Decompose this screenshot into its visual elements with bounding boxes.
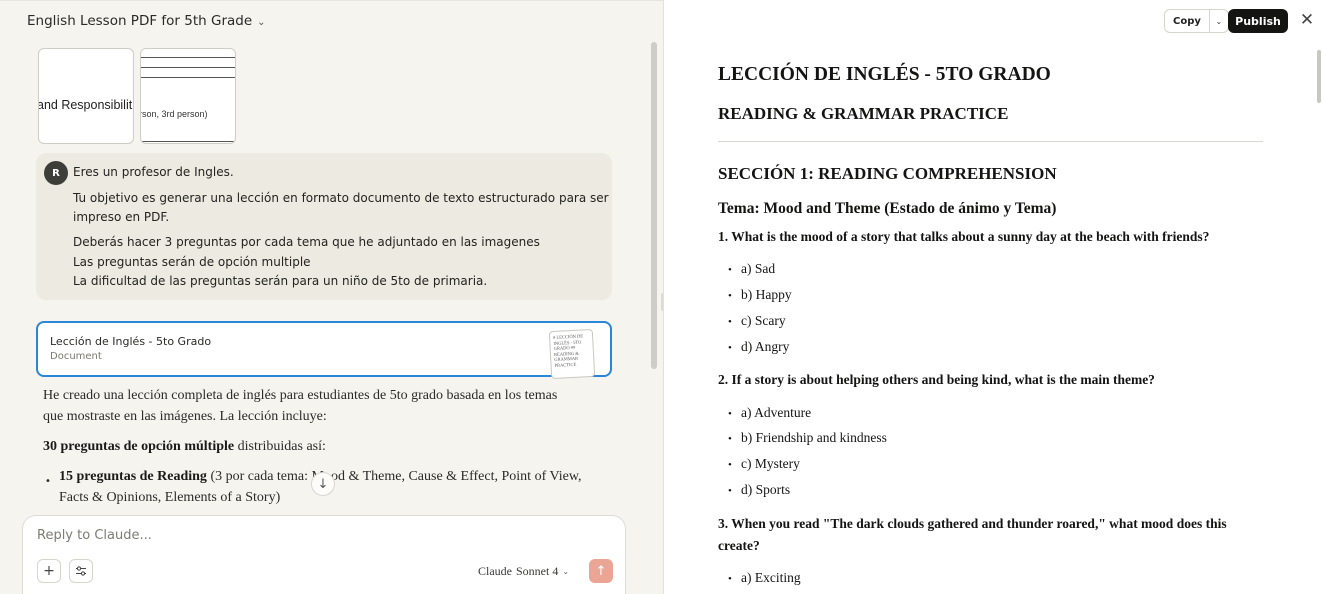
option-item: a) Adventure [728,405,811,421]
artifact-pane: Copy ⌄ Publish ✕ LECCIÓN DE INGLÉS - 5TO… [663,0,1322,594]
close-icon: ✕ [1299,10,1315,30]
arrow-up-icon: ↑ [595,563,607,579]
model-selector[interactable]: Claude Sonnet 4 ⌄ [478,564,569,579]
plus-icon: + [43,563,55,579]
message-line: impreso en PDF. [73,210,170,224]
reply-input[interactable] [37,528,597,543]
conversation-title-button[interactable]: English Lesson PDF for 5th Grade ⌄ [27,13,266,29]
close-artifact-button[interactable]: ✕ [1297,10,1317,30]
model-name: Sonnet 4 [516,564,559,578]
question-2: 2. If a story is about helping others an… [718,372,1155,387]
option-item: c) Mystery [728,456,800,472]
copy-button[interactable]: Copy [1165,10,1210,32]
option-item: a) Exciting [728,570,801,586]
response-bullet-bold: 15 preguntas de Reading [59,469,207,484]
divider [141,141,235,142]
theme-heading: Tema: Mood and Theme (Estado de ánimo y … [718,200,1057,217]
attachment-thumbnail[interactable]: and Responsibiliti [38,48,134,144]
option-item: b) Friendship and kindness [728,430,887,446]
message-line: Las preguntas serán de opción multiple [73,255,311,269]
scroll-to-bottom-button[interactable]: ↓ [311,472,335,496]
response-bullet-line: Facts & Opinions, Elements of a Story) [59,490,281,505]
response-summary-rest: distribuidas así: [234,439,326,454]
attachment-thumbnail[interactable]: rson, 3rd person) [140,48,236,144]
option-item: d) Sports [728,482,790,498]
message-line: Tu objetivo es generar una lección en fo… [73,191,609,205]
sliders-icon [76,566,86,576]
composer: + Claude Sonnet 4 ⌄ ↑ [22,515,626,594]
response-summary-bold: 30 preguntas de opción múltiple [43,439,235,454]
question-3: 3. When you read "The dark clouds gather… [718,516,1227,553]
copy-options-button[interactable]: ⌄ [1210,10,1228,32]
add-attachment-button[interactable]: + [37,559,61,583]
publish-button[interactable]: Publish [1228,9,1288,33]
artifact-title: Lección de Inglés - 5to Grado [50,335,212,348]
chat-scrollbar[interactable] [651,42,657,369]
response-bullet-rest: (3 por cada tema: Mood & Theme, Cause & … [206,469,582,484]
chat-pane: English Lesson PDF for 5th Grade ⌄ and R… [0,0,665,594]
message-line: Deberás hacer 3 preguntas por cada tema … [73,235,540,249]
message-line: Eres un profesor de Ingles. [73,165,234,179]
artifact-preview-thumbnail: # LECCIÓN DE INGLÉS - 5TO GRADO ## READI… [548,328,596,380]
divider [718,141,1263,142]
section-heading: SECCIÓN 1: READING COMPREHENSION [718,164,1057,183]
attachment-preview-text: rson, 3rd person) [140,109,208,119]
copy-button-group: Copy ⌄ [1164,9,1229,33]
option-item: d) Angry [728,339,789,355]
divider [141,57,235,58]
option-item: b) Happy [728,287,792,303]
attachment-preview-text: and Responsibiliti [38,98,134,112]
document-title: LECCIÓN DE INGLÉS - 5TO GRADO [718,64,1051,85]
chevron-down-icon: ⌄ [257,16,266,28]
chevron-down-icon: ⌄ [1215,16,1223,26]
option-item: a) Sad [728,261,775,277]
user-message: R Eres un profesor de Ingles. Tu objetiv… [36,153,612,300]
option-item: c) Scary [728,313,786,329]
response-text: He creado una lección completa de inglés… [43,388,558,403]
document-subtitle: READING & GRAMMAR PRACTICE [718,104,1009,123]
message-line: La dificultad de las preguntas serán par… [73,274,488,288]
bullet-marker: • [45,476,51,487]
arrow-down-icon: ↓ [317,476,329,492]
divider [141,67,235,68]
response-summary: 30 preguntas de opción múltiple distribu… [43,439,326,455]
chevron-down-icon: ⌄ [562,567,570,576]
question-1: 1. What is the mood of a story that talk… [718,229,1210,244]
divider [141,77,235,78]
send-button[interactable]: ↑ [589,559,613,583]
artifact-type: Document [50,351,102,362]
avatar: R [44,161,68,185]
tools-button[interactable] [69,559,93,583]
artifact-card[interactable]: Lección de Inglés - 5to Grado Document #… [36,321,612,380]
conversation-title: English Lesson PDF for 5th Grade [27,13,253,29]
response-text: que mostraste en las imágenes. La lecció… [43,409,327,424]
document-scrollbar[interactable] [1317,50,1321,103]
model-brand: Claude [478,564,512,578]
